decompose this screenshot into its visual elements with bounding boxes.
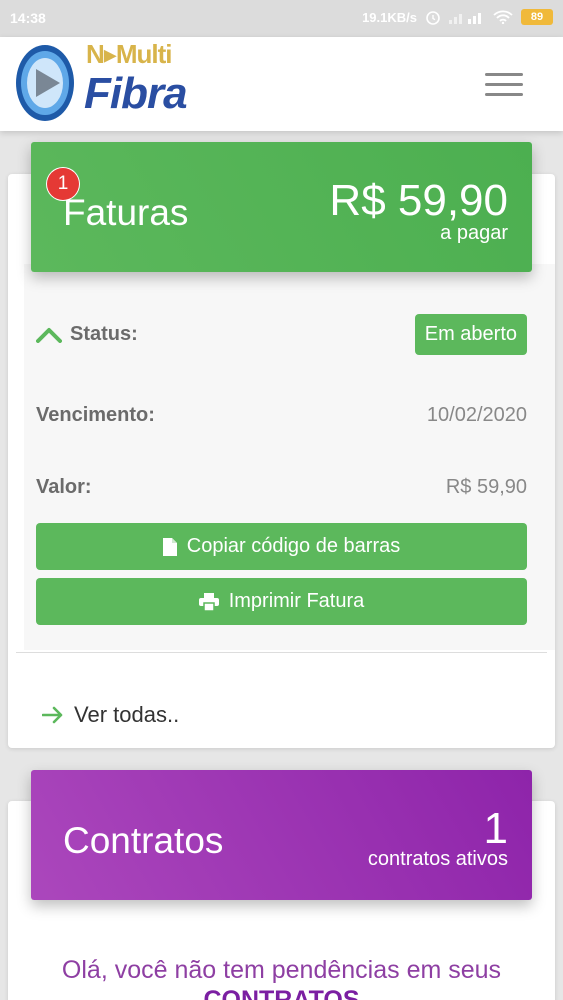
see-all-label: Ver todas.. <box>74 702 180 727</box>
alarm-icon <box>425 9 441 25</box>
divider <box>16 652 547 653</box>
app-header: N▸Multi Fibra <box>0 37 563 131</box>
no-pending-bold: CONTRATOS <box>203 986 360 1000</box>
wifi-icon <box>493 10 513 24</box>
logo-text-bottom: Fibra <box>84 69 188 118</box>
faturas-summary[interactable]: 1 Faturas R$ 59,90 a pagar <box>31 142 532 272</box>
status-badge: Em aberto <box>414 314 527 355</box>
copy-barcode-label: Copiar código de barras <box>186 535 401 557</box>
printer-icon <box>198 592 219 611</box>
status-bar: 14:38 19.1KB/s 89 <box>0 0 563 37</box>
contracts-count-caption: contratos ativos <box>367 848 508 870</box>
signal-icon <box>449 10 485 24</box>
document-icon <box>162 537 177 556</box>
status-row: Status: Em aberto <box>36 314 527 355</box>
valor-row: Valor: R$ 59,90 <box>36 476 527 499</box>
print-invoice-label: Imprimir Fatura <box>228 590 365 612</box>
hamburger-icon[interactable] <box>485 73 523 97</box>
vencimento-label: Vencimento: <box>36 404 155 426</box>
valor-label: Valor: <box>36 476 92 498</box>
contracts-count: 1 <box>483 804 508 853</box>
vencimento-value: 10/02/2020 <box>426 404 527 426</box>
status-label-group[interactable]: Status: <box>36 323 138 346</box>
chevron-up-icon[interactable] <box>36 327 62 343</box>
contratos-title: Contratos <box>63 820 224 861</box>
contratos-summary[interactable]: Contratos 1 contratos ativos <box>31 770 532 900</box>
print-invoice-button[interactable]: Imprimir Fatura <box>36 578 527 625</box>
status-indicators: 19.1KB/s 89 <box>362 9 553 25</box>
see-all-link[interactable]: Ver todas.. <box>42 702 179 728</box>
arrow-right-icon <box>42 706 63 724</box>
network-speed: 19.1KB/s <box>362 9 417 25</box>
vencimento-row: Vencimento: 10/02/2020 <box>36 404 527 427</box>
faturas-title: Faturas <box>63 192 189 233</box>
copy-barcode-button[interactable]: Copiar código de barras <box>36 523 527 570</box>
status-time: 14:38 <box>10 10 46 26</box>
battery-icon: 89 <box>521 9 553 25</box>
amount-due-caption: a pagar <box>440 222 508 244</box>
valor-value: R$ 59,90 <box>445 476 527 498</box>
status-label: Status: <box>70 323 138 345</box>
no-pending-message: Olá, você não tem pendências em seus CON… <box>0 955 563 1000</box>
amount-due: R$ 59,90 <box>329 176 508 225</box>
no-pending-text: Olá, você não tem pendências em seus <box>61 956 502 984</box>
logo-play-icon <box>16 45 74 121</box>
logo-text-top: N▸Multi <box>86 39 172 69</box>
brand-logo[interactable]: N▸Multi Fibra <box>12 39 188 127</box>
